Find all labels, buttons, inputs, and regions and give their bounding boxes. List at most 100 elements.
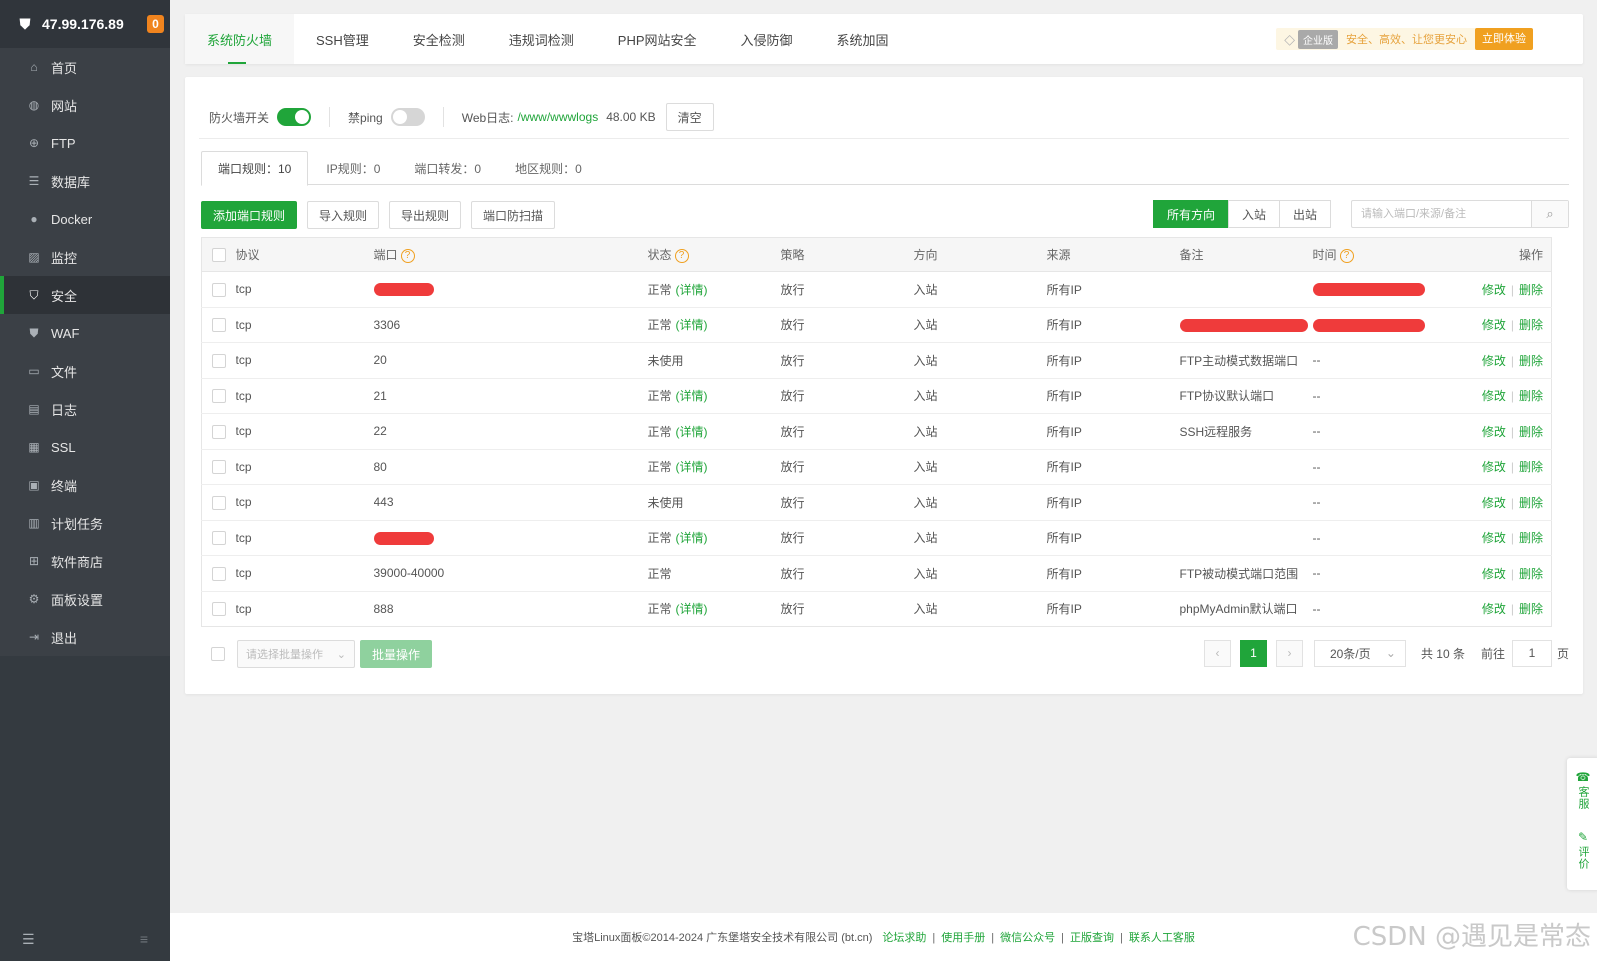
sidebar-item-14[interactable]: ⚙ 面板设置 (0, 580, 170, 618)
edit-icon[interactable]: ✎ (1578, 830, 1588, 844)
row-checkbox[interactable] (212, 389, 226, 404)
help-icon[interactable]: ? (1339, 248, 1354, 263)
edit-link[interactable]: 修改 (1482, 283, 1506, 297)
page-number[interactable]: 1 (1239, 639, 1267, 667)
page-size-select[interactable]: 20条/页 ⌄ (1313, 639, 1406, 667)
add-port-rule-button[interactable]: 添加端口规则 (201, 201, 298, 229)
footer-link[interactable]: 使用手册 (941, 932, 985, 944)
edit-link[interactable]: 修改 (1482, 354, 1506, 368)
sidebar-item-10[interactable]: ▦ SSL (0, 428, 170, 466)
edit-link[interactable]: 修改 (1482, 425, 1506, 439)
footer-link[interactable]: 论坛求助 (882, 932, 926, 944)
detail-link[interactable]: (详情) (676, 425, 708, 439)
help-icon[interactable]: ? (674, 248, 689, 263)
clear-log-button[interactable]: 清空 (665, 103, 714, 131)
delete-link[interactable]: 删除 (1519, 567, 1543, 581)
footer-link[interactable]: 联系人工客服 (1129, 932, 1195, 944)
sidebar-item-5[interactable]: ▨ 监控 (0, 238, 170, 276)
prev-page-icon[interactable]: ‹ (1203, 639, 1231, 667)
sidebar-item-2[interactable]: ⊕ FTP (0, 124, 170, 162)
footer-link[interactable]: 微信公众号 (1000, 932, 1055, 944)
row-checkbox[interactable] (212, 460, 226, 475)
col-protocol[interactable]: 协议 (235, 237, 374, 272)
row-checkbox[interactable] (212, 353, 226, 368)
detail-link[interactable]: (详情) (676, 318, 708, 332)
search-input[interactable] (1352, 201, 1531, 227)
search-icon[interactable]: ⌕ (1531, 201, 1568, 227)
select-all-checkbox[interactable] (212, 247, 226, 262)
detail-link[interactable]: (详情) (676, 602, 708, 616)
tab-5[interactable]: 入侵防御 (719, 14, 815, 64)
sidebar-item-9[interactable]: ▤ 日志 (0, 390, 170, 428)
help-icon[interactable]: ? (400, 248, 415, 263)
delete-link[interactable]: 删除 (1519, 425, 1543, 439)
row-checkbox[interactable] (212, 531, 226, 546)
sidebar-item-4[interactable]: ● Docker (0, 200, 170, 238)
ping-toggle[interactable] (390, 108, 425, 126)
import-rules-button[interactable]: 导入规则 (307, 201, 380, 229)
delete-link[interactable]: 删除 (1519, 460, 1543, 474)
col-status[interactable]: 状态? (647, 237, 781, 272)
tab-4[interactable]: PHP网站安全 (596, 14, 719, 64)
delete-link[interactable]: 删除 (1519, 354, 1543, 368)
try-now-button[interactable]: 立即体验 (1475, 28, 1533, 50)
chat-icon[interactable]: ☎ (1576, 770, 1591, 784)
row-checkbox[interactable] (212, 318, 226, 333)
rule-tab-3[interactable]: 地区规则：0 (499, 151, 598, 185)
delete-link[interactable]: 删除 (1519, 283, 1543, 297)
delete-link[interactable]: 删除 (1519, 602, 1543, 616)
sidebar-item-0[interactable]: ⌂ 首页 (0, 48, 170, 86)
weblog-path-link[interactable]: /www/wwwlogs (518, 110, 599, 124)
sidebar-item-3[interactable]: ☰ 数据库 (0, 162, 170, 200)
row-checkbox[interactable] (212, 495, 226, 510)
edit-link[interactable]: 修改 (1482, 531, 1506, 545)
detail-link[interactable]: (详情) (676, 531, 708, 545)
next-page-icon[interactable]: › (1275, 639, 1303, 667)
col-source[interactable]: 来源 (1046, 237, 1180, 272)
sidebar-item-15[interactable]: ⇥ 退出 (0, 618, 170, 656)
select-all-footer-checkbox[interactable] (211, 647, 225, 661)
row-checkbox[interactable] (212, 566, 226, 581)
direction-filter-1[interactable]: 入站 (1227, 200, 1280, 228)
tab-0[interactable]: 系统防火墙 (185, 14, 295, 64)
direction-filter-0[interactable]: 所有方向 (1152, 200, 1229, 228)
notification-badge[interactable]: 0 (147, 15, 164, 33)
sidebar-item-8[interactable]: ▭ 文件 (0, 352, 170, 390)
tab-2[interactable]: 安全检测 (391, 14, 487, 64)
edit-link[interactable]: 修改 (1482, 460, 1506, 474)
row-checkbox[interactable] (212, 424, 226, 439)
row-checkbox[interactable] (212, 602, 226, 617)
col-direction[interactable]: 方向 (913, 237, 1047, 272)
firewall-toggle[interactable] (277, 108, 312, 126)
collapse-menu-icon[interactable]: ☰ (22, 931, 35, 948)
delete-link[interactable]: 删除 (1519, 318, 1543, 332)
edit-link[interactable]: 修改 (1482, 567, 1506, 581)
detail-link[interactable]: (详情) (676, 460, 708, 474)
goto-page-input[interactable]: 1 (1511, 639, 1552, 667)
sidebar-item-13[interactable]: ⊞ 软件商店 (0, 542, 170, 580)
edit-link[interactable]: 修改 (1482, 602, 1506, 616)
col-time[interactable]: 时间? (1312, 237, 1456, 272)
delete-link[interactable]: 删除 (1519, 531, 1543, 545)
col-port[interactable]: 端口? (373, 237, 648, 272)
sidebar-item-6[interactable]: ⛉ 安全 (0, 276, 170, 314)
sidebar-item-1[interactable]: ◍ 网站 (0, 86, 170, 124)
delete-link[interactable]: 删除 (1519, 389, 1543, 403)
customer-service-link[interactable]: 客服 (1575, 786, 1591, 810)
edit-link[interactable]: 修改 (1482, 496, 1506, 510)
batch-operation-select[interactable]: 请选择批量操作 ⌄ (237, 640, 355, 668)
edit-link[interactable]: 修改 (1482, 318, 1506, 332)
col-remark[interactable]: 备注 (1179, 237, 1313, 272)
tab-6[interactable]: 系统加固 (815, 14, 911, 64)
col-policy[interactable]: 策略 (780, 237, 914, 272)
detail-link[interactable]: (详情) (676, 389, 708, 403)
delete-link[interactable]: 删除 (1519, 496, 1543, 510)
edit-link[interactable]: 修改 (1482, 389, 1506, 403)
footer-link[interactable]: 正版查询 (1070, 932, 1114, 944)
sidebar-item-11[interactable]: ▣ 终端 (0, 466, 170, 504)
tab-1[interactable]: SSH管理 (294, 14, 391, 64)
feedback-link[interactable]: 评价 (1575, 846, 1591, 870)
port-scan-protection-button[interactable]: 端口防扫描 (471, 201, 556, 229)
rule-tab-0[interactable]: 端口规则：10 (201, 151, 309, 186)
export-rules-button[interactable]: 导出规则 (389, 201, 462, 229)
